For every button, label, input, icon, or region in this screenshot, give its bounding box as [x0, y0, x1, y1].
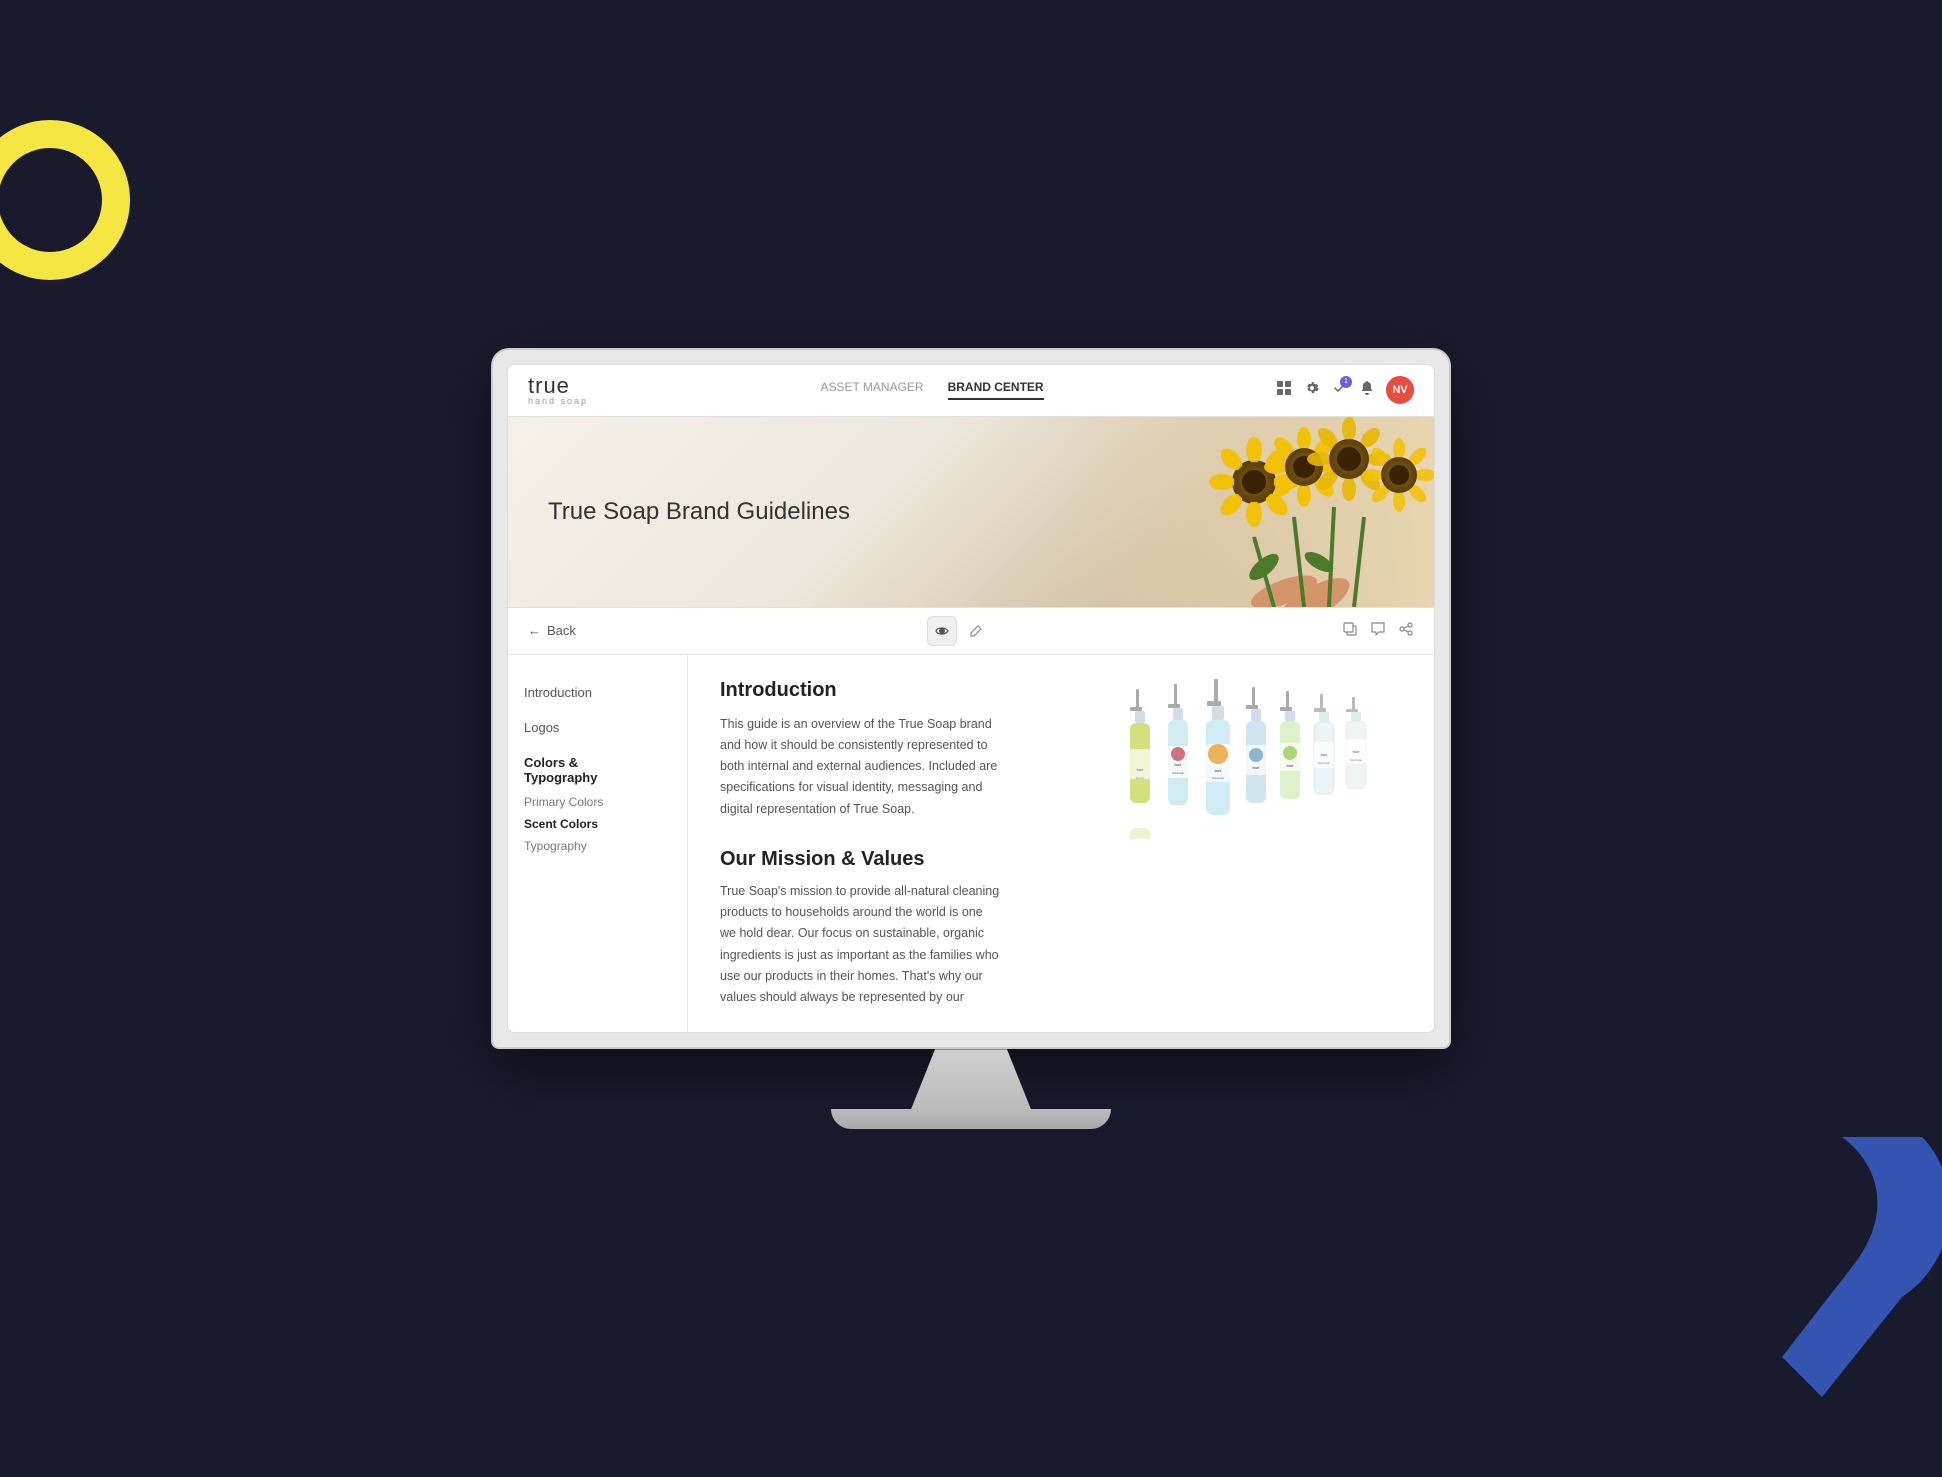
main-content: Introduction Logos Colors &Typography Pr… — [508, 655, 1434, 1033]
svg-text:true: true — [1353, 749, 1361, 754]
sunflower-svg — [1054, 417, 1434, 607]
svg-text:true: true — [1253, 765, 1261, 770]
header-icons: 1 NV — [1276, 376, 1414, 404]
app-header: true hand soap ASSET MANAGER BRAND CENTE… — [508, 365, 1434, 417]
monitor-wrapper: true hand soap ASSET MANAGER BRAND CENTE… — [491, 348, 1451, 1130]
hero-flowers — [1054, 417, 1434, 607]
bg-blue-arrow-shape — [1742, 1137, 1942, 1397]
nav-links: ASSET MANAGER BRAND CENTER — [820, 380, 1043, 400]
sidebar: Introduction Logos Colors &Typography Pr… — [508, 655, 688, 1033]
sidebar-item-colors-typography[interactable]: Colors &Typography — [524, 749, 671, 791]
monitor-screen: true hand soap ASSET MANAGER BRAND CENTE… — [491, 348, 1451, 1050]
bottles-svg: true lemon — [1112, 679, 1402, 839]
nav-brand-center[interactable]: BRAND CENTER — [948, 380, 1044, 400]
toolbar-center — [927, 616, 991, 646]
logo-sub: hand soap — [528, 397, 588, 406]
content-with-image: Introduction This guide is an overview o… — [720, 679, 1402, 1009]
edit-icon-button[interactable] — [961, 616, 991, 646]
hero-banner: True Soap Brand Guidelines — [508, 417, 1434, 607]
svg-text:hand soap: hand soap — [1172, 772, 1184, 775]
logo-area: true hand soap — [528, 375, 588, 406]
monitor-stand-base — [831, 1109, 1111, 1129]
intro-body: This guide is an overview of the True So… — [720, 714, 1000, 820]
bell-icon[interactable] — [1360, 380, 1374, 401]
user-avatar[interactable]: NV — [1386, 376, 1414, 404]
sidebar-item-introduction[interactable]: Introduction — [524, 679, 671, 706]
content-text: Introduction This guide is an overview o… — [720, 679, 1092, 1009]
grid-icon[interactable] — [1276, 380, 1292, 401]
svg-text:hand soap: hand soap — [1318, 762, 1330, 765]
comment-button[interactable] — [1370, 621, 1386, 641]
svg-text:true: true — [1137, 767, 1145, 772]
monitor-stand-neck — [911, 1049, 1031, 1109]
view-icon-button[interactable] — [927, 616, 957, 646]
sidebar-item-scent-colors[interactable]: Scent Colors — [524, 813, 671, 835]
svg-text:lemon: lemon — [1136, 776, 1145, 780]
svg-text:true: true — [1175, 762, 1183, 767]
monitor-inner: true hand soap ASSET MANAGER BRAND CENTE… — [507, 364, 1435, 1034]
svg-text:hand soap: hand soap — [1350, 759, 1362, 762]
bg-yellow-circle — [0, 120, 130, 280]
toolbar: ← Back — [508, 607, 1434, 655]
logo-true: true — [528, 375, 588, 397]
back-label: Back — [547, 623, 576, 638]
intro-title: Introduction — [720, 679, 1092, 702]
notification-badge: 1 — [1340, 376, 1352, 388]
sidebar-item-typography[interactable]: Typography — [524, 835, 671, 857]
svg-text:hand soap: hand soap — [1212, 777, 1224, 780]
sidebar-item-logos[interactable]: Logos — [524, 714, 671, 741]
nav-asset-manager[interactable]: ASSET MANAGER — [820, 380, 923, 400]
content-area: Introduction This guide is an overview o… — [688, 655, 1434, 1033]
svg-text:true: true — [1321, 752, 1329, 757]
share-button[interactable] — [1398, 621, 1414, 641]
toolbar-right — [1342, 621, 1414, 641]
mission-title: Our Mission & Values — [720, 848, 1092, 871]
copy-button[interactable] — [1342, 621, 1358, 641]
mission-body: True Soap's mission to provide all-natur… — [720, 881, 1000, 1009]
product-bottles: true lemon — [1112, 679, 1402, 839]
sidebar-item-primary-colors[interactable]: Primary Colors — [524, 791, 671, 813]
back-arrow-icon: ← — [528, 623, 541, 638]
back-button[interactable]: ← Back — [528, 623, 576, 638]
gear-icon[interactable] — [1304, 380, 1320, 401]
svg-text:true: true — [1215, 768, 1223, 773]
check-icon[interactable]: 1 — [1332, 380, 1348, 401]
hero-title: True Soap Brand Guidelines — [508, 498, 890, 526]
svg-text:true: true — [1287, 763, 1295, 768]
